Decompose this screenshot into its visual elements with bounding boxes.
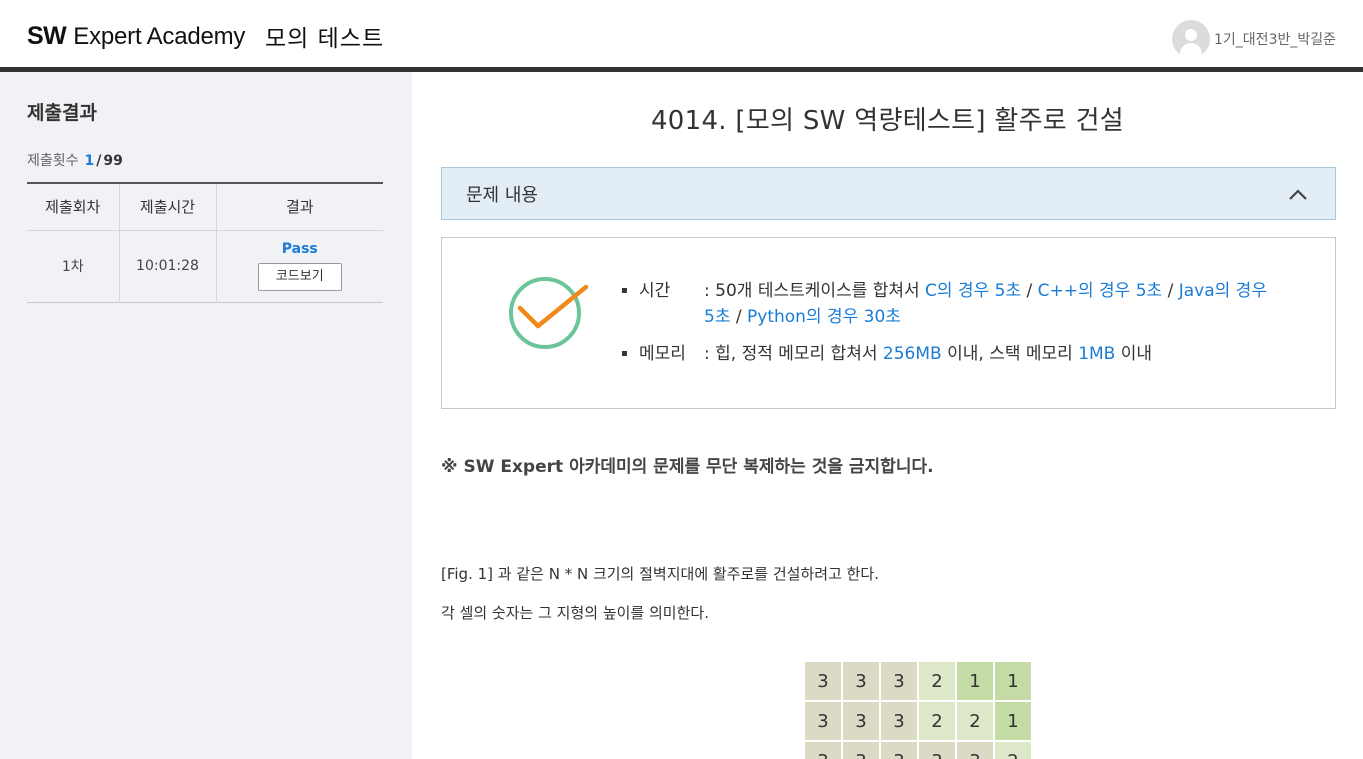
- grid-cell: 2: [994, 741, 1032, 759]
- top-header: SW Expert Academy 모의 테스트 1기_대전3반_박길준: [0, 0, 1363, 67]
- grid-cell: 3: [880, 741, 918, 759]
- grid-row: 333211: [804, 661, 1032, 701]
- cell-result: Pass 코드보기: [215, 230, 383, 303]
- grid-cell: 2: [956, 701, 994, 741]
- site-logo[interactable]: SW Expert Academy: [27, 22, 245, 51]
- logo-sw: SW: [27, 22, 67, 50]
- grid-row: 333221: [804, 701, 1032, 741]
- time-limit: ▪ 시간 : 50개 테스트케이스를 합쳐서 C의 경우 5초 / C++의 경…: [621, 278, 1281, 330]
- col-header-round: 제출회차: [27, 183, 119, 231]
- bullet: ▪: [621, 348, 628, 359]
- memory-limit: ▪ 메모리 : 힙, 정적 메모리 합쳐서 256MB 이내, 스택 메모리 1…: [621, 341, 1281, 367]
- submission-sidebar: 제출결과 제출횟수 1/99 제출회차 제출시간 결과 1차 10:01:28 P…: [0, 72, 412, 759]
- check-circle-icon: [509, 277, 589, 349]
- problem-content-accordion[interactable]: 문제 내용: [441, 167, 1336, 220]
- result-status: Pass: [281, 241, 318, 257]
- problem-title: 4014. [모의 SW 역량테스트] 활주로 건설: [650, 106, 1125, 136]
- grid-cell: 3: [842, 661, 880, 701]
- view-code-button[interactable]: 코드보기: [257, 263, 342, 291]
- grid-cell: 3: [956, 741, 994, 759]
- accordion-label: 문제 내용: [466, 185, 538, 206]
- grid-cell: 1: [994, 701, 1032, 741]
- problem-paragraph: 각 셀의 숫자는 그 지형의 높이를 의미한다.: [441, 604, 709, 622]
- cell-time: 10:01:28: [118, 230, 216, 303]
- user-menu[interactable]: 1기_대전3반_박길준: [1172, 20, 1336, 58]
- grid-cell: 3: [842, 741, 880, 759]
- table-header-row: 제출회차 제출시간 결과: [27, 183, 383, 231]
- grid-cell: 3: [918, 741, 956, 759]
- table-row: 1차 10:01:28 Pass 코드보기: [27, 230, 383, 303]
- problem-paragraph: [Fig. 1] 과 같은 N * N 크기의 절벽지대에 활주로를 건설하려고…: [441, 565, 880, 583]
- problem-content: 4014. [모의 SW 역량테스트] 활주로 건설 문제 내용 ▪ 시간 : …: [412, 72, 1363, 759]
- col-header-time: 제출시간: [118, 183, 216, 231]
- grid-cell: 3: [804, 661, 842, 701]
- grid-cell: 2: [918, 661, 956, 701]
- grid-cell: 3: [842, 701, 880, 741]
- user-name: 1기_대전3반_박길준: [1214, 32, 1336, 48]
- copyright-notice: ※ SW Expert 아카데미의 문제를 무단 복제하는 것을 금지합니다.: [441, 457, 934, 477]
- grid-cell: 1: [994, 661, 1032, 701]
- submission-table: 제출회차 제출시간 결과 1차 10:01:28 Pass 코드보기: [27, 182, 383, 303]
- memory-label: 메모리: [639, 344, 686, 364]
- submission-count: 제출횟수 1/99: [27, 150, 123, 170]
- time-label: 시간: [639, 281, 671, 301]
- grid-cell: 3: [880, 661, 918, 701]
- grid-cell: 1: [956, 661, 994, 701]
- terrain-grid-figure: 333211333221333332: [804, 661, 1032, 759]
- chevron-up-icon[interactable]: [1287, 184, 1309, 206]
- grid-cell: 3: [880, 701, 918, 741]
- limit-list: ▪ 시간 : 50개 테스트케이스를 합쳐서 C의 경우 5초 / C++의 경…: [621, 278, 1281, 378]
- grid-cell: 3: [804, 701, 842, 741]
- cell-round: 1차: [27, 230, 119, 303]
- header-title: 모의 테스트: [265, 26, 385, 52]
- sidebar-title: 제출결과: [27, 102, 97, 124]
- grid-row: 333332: [804, 741, 1032, 759]
- bullet: ▪: [621, 285, 628, 296]
- time-text: : 50개 테스트케이스를 합쳐서 C의 경우 5초 / C++의 경우 5초 …: [704, 281, 1267, 327]
- count-separator: /: [96, 153, 102, 169]
- count-current: 1: [84, 153, 95, 169]
- grid-cell: 2: [918, 701, 956, 741]
- user-avatar-icon: [1172, 20, 1211, 58]
- count-total: 99: [103, 153, 123, 169]
- memory-text: : 힙, 정적 메모리 합쳐서 256MB 이내, 스택 메모리 1MB 이내: [704, 344, 1153, 364]
- limits-box: ▪ 시간 : 50개 테스트케이스를 합쳐서 C의 경우 5초 / C++의 경…: [441, 237, 1336, 409]
- grid-cell: 3: [804, 741, 842, 759]
- col-header-result: 결과: [215, 183, 383, 231]
- logo-text: Expert Academy: [73, 23, 246, 50]
- count-label: 제출횟수: [27, 153, 79, 169]
